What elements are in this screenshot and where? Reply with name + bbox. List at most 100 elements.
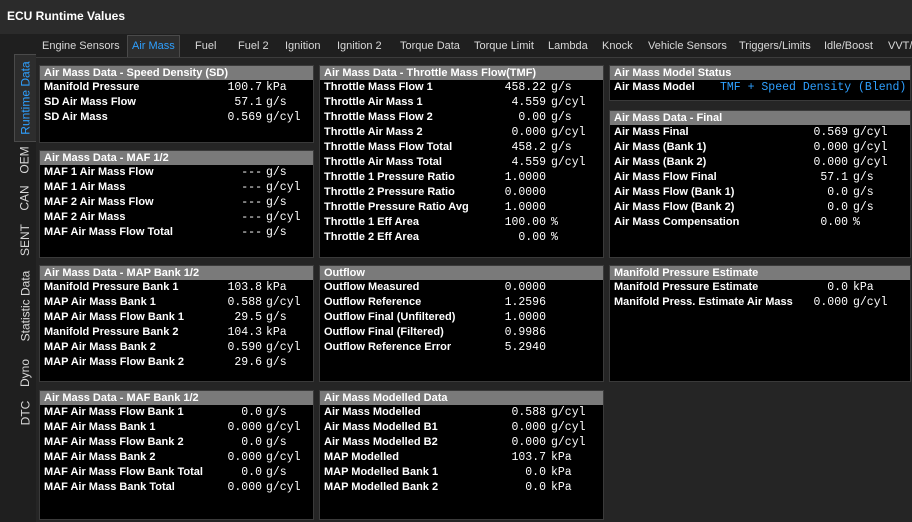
side-tab-oem[interactable]: OEM — [14, 142, 36, 178]
data-row: Air Mass (Bank 1) 0.000 g/cyl — [610, 140, 910, 155]
row-unit: g/s — [266, 406, 287, 419]
data-row: MAP Air Mass Flow Bank 2 29.6 g/s — [40, 355, 313, 370]
tab-knock[interactable]: Knock — [598, 37, 637, 57]
tab-vvt[interactable]: VVT/ — [884, 37, 912, 57]
data-row: MAP Modelled 103.7 kPa — [320, 450, 603, 465]
row-unit: g/s — [266, 96, 287, 109]
row-label: Throttle Pressure Ratio Avg — [324, 201, 469, 213]
data-row: Manifold Pressure Bank 2 104.3 kPa — [40, 325, 313, 340]
data-row: Throttle Air Mass 1 4.559 g/cyl — [320, 95, 603, 110]
row-unit: % — [551, 231, 558, 244]
row-value: 0.00 — [518, 111, 546, 124]
row-unit: g/cyl — [853, 126, 888, 139]
data-row: Air Mass (Bank 2) 0.000 g/cyl — [610, 155, 910, 170]
air-mass-model-value: TMF + Speed Density (Blend) — [720, 81, 907, 94]
data-row: MAF 2 Air Mass --- g/cyl — [40, 210, 313, 225]
data-row: Air Mass Final 0.569 g/cyl — [610, 125, 910, 140]
window-title: ECU Runtime Values — [7, 9, 126, 23]
row-value: 0.9986 — [504, 326, 546, 339]
tab-engine-sensors[interactable]: Engine Sensors — [38, 37, 124, 57]
side-tab-bar: Runtime Data OEM CAN SENT Statistic Data… — [14, 52, 36, 522]
row-label: Throttle 1 Pressure Ratio — [324, 171, 455, 183]
side-tab-sent[interactable]: SENT — [14, 218, 36, 262]
row-unit: g/s — [266, 466, 287, 479]
panel-modelled: Air Mass Modelled Data Air Mass Modelled… — [319, 390, 604, 520]
data-row: MAP Air Mass Bank 2 0.590 g/cyl — [40, 340, 313, 355]
panel-title: Outflow — [320, 266, 603, 280]
data-row: MAF Air Mass Bank 1 0.000 g/cyl — [40, 420, 313, 435]
tab-idle-boost[interactable]: Idle/Boost — [820, 37, 877, 57]
side-tab-statistic-data[interactable]: Statistic Data — [14, 262, 36, 350]
tab-torque-limit[interactable]: Torque Limit — [470, 37, 538, 57]
row-unit: g/s — [853, 201, 874, 214]
top-tab-bar: Engine Sensors Air Mass Fuel Fuel 2 Igni… — [36, 35, 912, 57]
row-value: 0.000 — [813, 296, 848, 309]
panel-title: Air Mass Data - MAP Bank 1/2 — [40, 266, 313, 280]
row-label: MAF Air Mass Flow Bank 2 — [44, 436, 184, 448]
data-row: Throttle Mass Flow 2 0.00 g/s — [320, 110, 603, 125]
panel-title: Manifold Pressure Estimate — [610, 266, 910, 280]
row-unit: g/s — [266, 356, 287, 369]
row-value: 1.0000 — [504, 311, 546, 324]
row-label: Outflow Measured — [324, 281, 420, 293]
data-row: MAP Modelled Bank 1 0.0 kPa — [320, 465, 603, 480]
row-label: Air Mass Flow (Bank 1) — [614, 186, 735, 198]
data-row: MAF 1 Air Mass --- g/cyl — [40, 180, 313, 195]
row-unit: % — [551, 216, 558, 229]
row-value: --- — [241, 166, 262, 179]
row-label: Outflow Final (Filtered) — [324, 326, 444, 338]
row-value: 0.000 — [813, 156, 848, 169]
row-label: MAF Air Mass Bank 2 — [44, 451, 156, 463]
row-label: Throttle Air Mass Total — [324, 156, 442, 168]
data-row: MAP Air Mass Flow Bank 1 29.5 g/s — [40, 310, 313, 325]
panel-title: Air Mass Modelled Data — [320, 391, 603, 405]
row-label: Outflow Reference — [324, 296, 422, 308]
row-value: 0.588 — [227, 296, 262, 309]
tab-ignition[interactable]: Ignition — [281, 37, 324, 57]
data-row: Outflow Measured 0.0000 — [320, 280, 603, 295]
row-label: Air Mass Flow Final — [614, 171, 717, 183]
row-value: --- — [241, 196, 262, 209]
row-label: MAF Air Mass Flow Bank 1 — [44, 406, 184, 418]
row-label: SD Air Mass Flow — [44, 96, 136, 108]
tab-fuel[interactable]: Fuel — [191, 37, 220, 57]
tab-triggers-limits[interactable]: Triggers/Limits — [735, 37, 815, 57]
data-row: MAF Air Mass Bank 2 0.000 g/cyl — [40, 450, 313, 465]
row-value: 4.559 — [511, 96, 546, 109]
row-label: Manifold Press. Estimate Air Mass — [614, 296, 793, 308]
panel-manifold-pressure-estimate: Manifold Pressure Estimate Manifold Pres… — [609, 265, 911, 382]
row-value: 0.00 — [820, 216, 848, 229]
row-value: 0.000 — [227, 451, 262, 464]
row-label: MAP Air Mass Flow Bank 1 — [44, 311, 184, 323]
row-unit: g/cyl — [853, 296, 888, 309]
row-value: 0.0 — [241, 436, 262, 449]
panel-air-mass-final: Air Mass Data - Final Air Mass Final 0.56… — [609, 110, 911, 258]
row-unit: g/cyl — [551, 436, 586, 449]
side-tab-can[interactable]: CAN — [14, 178, 36, 218]
side-tab-dyno[interactable]: Dyno — [14, 350, 36, 396]
row-unit: kPa — [551, 481, 572, 494]
row-value: 0.000 — [227, 481, 262, 494]
row-value: 0.0 — [241, 406, 262, 419]
tab-ignition-2[interactable]: Ignition 2 — [333, 37, 386, 57]
row-value: 103.7 — [511, 451, 546, 464]
tab-torque-data[interactable]: Torque Data — [396, 37, 464, 57]
side-tab-dtc[interactable]: DTC — [14, 396, 36, 430]
tab-fuel-2[interactable]: Fuel 2 — [234, 37, 273, 57]
data-row: Air Mass Compensation 0.00% — [610, 215, 910, 230]
tab-lambda[interactable]: Lambda — [544, 37, 592, 57]
row-label: Manifold Pressure — [44, 81, 140, 93]
row-unit: g/cyl — [266, 341, 301, 354]
row-unit: g/s — [266, 166, 287, 179]
row-unit: % — [853, 216, 860, 229]
side-tab-runtime-data[interactable]: Runtime Data — [14, 54, 36, 142]
data-row: Air Mass Flow (Bank 2) 0.0 g/s — [610, 200, 910, 215]
data-row: Throttle 1 Pressure Ratio 1.0000 — [320, 170, 603, 185]
tab-air-mass[interactable]: Air Mass — [127, 35, 180, 57]
row-unit: g/cyl — [266, 421, 301, 434]
tab-vehicle-sensors[interactable]: Vehicle Sensors — [644, 37, 731, 57]
row-unit: g/cyl — [266, 211, 301, 224]
data-row: SD Air Mass 0.569 g/cyl — [40, 110, 313, 125]
row-unit: g/s — [551, 141, 572, 154]
title-bar: ECU Runtime Values — [0, 0, 912, 34]
